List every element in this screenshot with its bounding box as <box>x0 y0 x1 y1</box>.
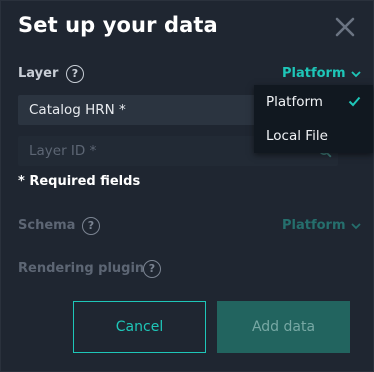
cancel-button[interactable]: Cancel <box>73 301 206 353</box>
schema-help-icon[interactable]: ? <box>82 217 100 235</box>
schema-source-select[interactable]: Platform <box>282 218 361 233</box>
setup-data-dialog: Set up your data Layer ? Platform Catalo… <box>0 0 374 372</box>
check-icon <box>348 96 361 107</box>
schema-label: Schema <box>18 218 76 233</box>
close-icon[interactable] <box>334 16 356 38</box>
chevron-down-icon <box>350 222 361 229</box>
rendering-plugin-label: Rendering plugin <box>18 261 145 276</box>
layer-source-select[interactable]: Platform <box>282 66 361 81</box>
dropdown-option-local-file[interactable]: Local File <box>254 119 373 153</box>
dropdown-option-label: Local File <box>266 128 328 144</box>
required-fields-note: * Required fields <box>18 174 141 189</box>
rendering-plugin-help-icon[interactable]: ? <box>143 260 161 278</box>
layer-help-icon[interactable]: ? <box>66 65 84 83</box>
layer-id-placeholder: Layer ID * <box>29 143 97 159</box>
dialog-title: Set up your data <box>18 13 218 37</box>
layer-label: Layer <box>18 66 59 81</box>
dropdown-option-platform[interactable]: Platform <box>254 85 373 119</box>
layer-source-value: Platform <box>282 66 346 81</box>
chevron-down-icon <box>350 70 361 77</box>
schema-source-value: Platform <box>282 218 346 233</box>
dropdown-option-label: Platform <box>266 94 323 110</box>
add-data-button[interactable]: Add data <box>217 301 350 353</box>
layer-source-dropdown: Platform Local File <box>254 85 373 153</box>
